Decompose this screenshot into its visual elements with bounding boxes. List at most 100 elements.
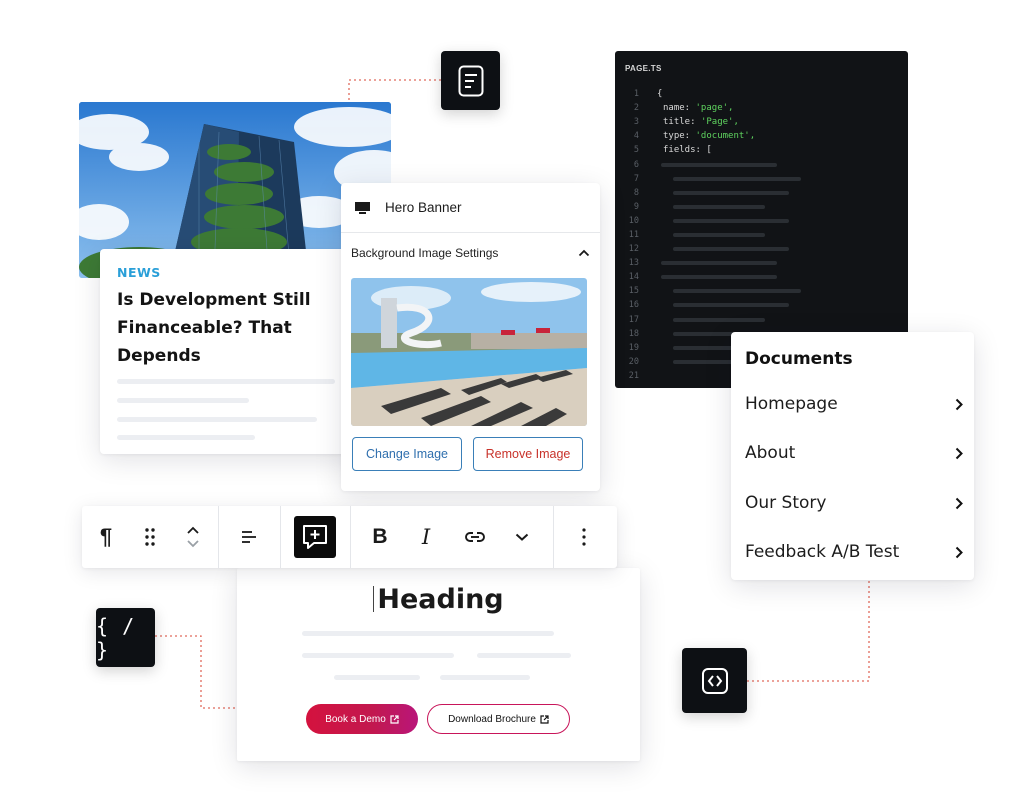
code-line-number: 4 bbox=[633, 131, 639, 142]
bold-button[interactable]: B bbox=[364, 506, 396, 568]
skeleton-line bbox=[440, 675, 530, 680]
news-tag: NEWS bbox=[117, 265, 161, 280]
code-line-number: 15 bbox=[628, 286, 639, 297]
chevron-right-icon bbox=[955, 447, 963, 459]
code-token-key: { bbox=[657, 89, 663, 100]
documents-panel: Documents Homepage About Our Story Feedb… bbox=[731, 332, 974, 580]
code-line: 6 bbox=[615, 157, 908, 171]
documents-title: Documents bbox=[745, 349, 853, 369]
code-line: 12 bbox=[615, 242, 908, 256]
code-token-string: 'document', bbox=[695, 131, 756, 142]
book-demo-button[interactable]: Book a Demo bbox=[306, 704, 418, 734]
change-image-button[interactable]: Change Image bbox=[352, 437, 462, 471]
chevron-right-icon bbox=[955, 497, 963, 509]
hero-banner-panel: Hero Banner Background Image Settings Ch… bbox=[341, 183, 600, 491]
documents-item-label: About bbox=[745, 443, 796, 463]
code-line-number: 6 bbox=[633, 159, 639, 170]
code-token-key: type: bbox=[663, 131, 696, 142]
toolbar-divider bbox=[218, 506, 219, 568]
chevron-down-icon[interactable] bbox=[506, 506, 538, 568]
external-link-icon bbox=[390, 714, 399, 724]
code-line-number: 8 bbox=[633, 187, 639, 198]
add-comment-icon bbox=[303, 525, 327, 549]
embed-code-tile[interactable] bbox=[682, 648, 747, 713]
code-line: 13 bbox=[615, 256, 908, 270]
document-icon-tile[interactable] bbox=[441, 51, 500, 110]
code-placeholder-bar bbox=[673, 232, 765, 237]
chevron-up-icon bbox=[578, 249, 590, 257]
chevron-right-icon bbox=[955, 398, 963, 410]
paragraph-icon[interactable]: ¶ bbox=[88, 506, 124, 568]
block-toolbar: ¶ B I bbox=[82, 506, 617, 568]
code-line-number: 13 bbox=[628, 258, 639, 269]
italic-button[interactable]: I bbox=[410, 506, 442, 568]
code-line-number: 10 bbox=[628, 215, 639, 226]
code-line: 8 bbox=[615, 186, 908, 200]
chevron-right-icon bbox=[955, 546, 963, 558]
hero-banner-header[interactable]: Hero Banner bbox=[341, 183, 600, 233]
heading-label: Heading bbox=[377, 584, 504, 615]
documents-item-label: Our Story bbox=[745, 493, 827, 513]
code-line: 14 bbox=[615, 270, 908, 284]
code-line-number: 18 bbox=[628, 328, 639, 339]
align-icon[interactable] bbox=[232, 506, 266, 568]
heading-text[interactable]: Heading bbox=[237, 584, 640, 615]
download-brochure-label: Download Brochure bbox=[448, 713, 536, 725]
add-comment-button[interactable] bbox=[294, 516, 336, 558]
skeleton-line bbox=[117, 398, 249, 403]
documents-item-our-story[interactable]: Our Story bbox=[745, 493, 963, 513]
code-line: 7 bbox=[615, 172, 908, 186]
move-up-down-icon[interactable] bbox=[178, 506, 208, 568]
code-placeholder-bar bbox=[673, 317, 765, 322]
news-title[interactable]: Is Development Still Financeable? That D… bbox=[117, 286, 339, 370]
link-icon[interactable] bbox=[458, 506, 492, 568]
hero-banner-title: Hero Banner bbox=[385, 200, 462, 215]
code-line: 17 bbox=[615, 313, 908, 327]
documents-item-feedback-ab-test[interactable]: Feedback A/B Test bbox=[745, 542, 963, 562]
code-token-key: title: bbox=[663, 117, 701, 128]
code-line-number: 17 bbox=[628, 314, 639, 325]
document-icon bbox=[458, 65, 483, 96]
code-line: 3 title: 'Page', bbox=[615, 115, 908, 129]
drag-handle-icon[interactable] bbox=[134, 506, 166, 568]
code-placeholder-bar bbox=[673, 303, 789, 308]
code-line-number: 20 bbox=[628, 356, 639, 367]
code-token-key: fields: [ bbox=[663, 145, 712, 156]
code-line-number: 11 bbox=[628, 229, 639, 240]
background-image-preview bbox=[351, 278, 587, 426]
code-placeholder-bar bbox=[673, 247, 789, 252]
code-token-string: 'Page', bbox=[700, 117, 739, 128]
code-token-key: name: bbox=[663, 103, 696, 114]
skeleton-line bbox=[117, 417, 317, 422]
text-cursor bbox=[373, 586, 375, 612]
code-braces-tile[interactable]: { / } bbox=[96, 608, 155, 667]
skeleton-line bbox=[302, 653, 454, 658]
documents-item-label: Homepage bbox=[745, 394, 838, 414]
toolbar-divider bbox=[553, 506, 554, 568]
code-placeholder-bar bbox=[661, 162, 777, 167]
more-options-icon[interactable] bbox=[568, 506, 600, 568]
code-line-number: 21 bbox=[628, 370, 639, 381]
code-line: 1{ bbox=[615, 87, 908, 101]
code-placeholder-bar bbox=[661, 275, 777, 280]
news-card[interactable]: NEWS Is Development Still Financeable? T… bbox=[100, 249, 356, 454]
skeleton-line bbox=[117, 435, 255, 440]
code-line-number: 3 bbox=[633, 117, 639, 128]
documents-item-homepage[interactable]: Homepage bbox=[745, 394, 963, 414]
skeleton-line bbox=[477, 653, 571, 658]
code-line-number: 19 bbox=[628, 342, 639, 353]
documents-item-about[interactable]: About bbox=[745, 443, 963, 463]
skeleton-line bbox=[117, 379, 335, 384]
code-placeholder-bar bbox=[673, 218, 789, 223]
documents-item-label: Feedback A/B Test bbox=[745, 542, 900, 562]
code-line: 4 type: 'document', bbox=[615, 129, 908, 143]
code-filename: PAGE.TS bbox=[625, 64, 662, 73]
code-line-number: 12 bbox=[628, 244, 639, 255]
embed-code-icon bbox=[701, 667, 728, 694]
code-line-number: 14 bbox=[628, 272, 639, 283]
download-brochure-button[interactable]: Download Brochure bbox=[427, 704, 570, 734]
remove-image-button[interactable]: Remove Image bbox=[473, 437, 583, 471]
code-placeholder-bar bbox=[673, 190, 789, 195]
code-placeholder-bar bbox=[673, 176, 801, 181]
background-image-settings-toggle[interactable]: Background Image Settings bbox=[341, 233, 600, 273]
